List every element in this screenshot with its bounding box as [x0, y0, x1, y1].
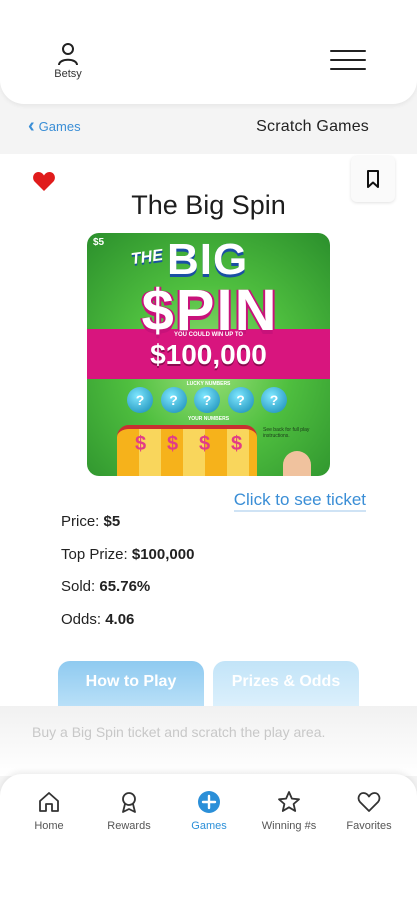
ticket-top-amount: $100,000: [150, 339, 267, 370]
sold-label: Sold:: [61, 578, 96, 595]
page-section-title: Scratch Games: [256, 118, 369, 135]
scratch-game-detail-screen: Betsy ‹ Games Scratch Games The Big Spin…: [0, 0, 417, 900]
ticket-image[interactable]: $5 THE BIG $PIN YOU COULD WIN UP TO $100…: [87, 233, 330, 476]
game-description: Buy a Big Spin ticket and scratch the pl…: [32, 724, 326, 740]
plus-circle-icon: [198, 791, 220, 813]
nav-home-label: Home: [34, 820, 64, 832]
game-title: The Big Spin: [131, 190, 286, 220]
nav-home[interactable]: Home: [14, 790, 84, 832]
sold-value: 65.76%: [99, 578, 151, 595]
chevron-left-icon: ‹: [28, 115, 35, 137]
hamburger-menu-icon[interactable]: [330, 50, 366, 78]
mystery-ball: ?: [127, 387, 153, 413]
star-icon: [278, 791, 300, 812]
game-card: The Big Spin $5 THE BIG $PIN YOU COULD W…: [0, 154, 417, 714]
ticket-logo-the: THE: [129, 246, 164, 269]
nav-winning-numbers-label: Winning #s: [261, 820, 317, 832]
odds-value: 4.06: [105, 610, 135, 628]
price-row: Price: $5: [61, 512, 194, 545]
mystery-ball: ?: [160, 387, 187, 413]
mystery-ball: ?: [227, 387, 254, 413]
nav-favorites-label: Favorites: [346, 820, 392, 832]
ticket-your-numbers-label: YOUR NUMBERS: [187, 416, 230, 422]
top-header: Betsy: [0, 0, 417, 104]
bottom-navigation: Home Rewards Games Winning #s Favorites: [0, 774, 417, 900]
heart-icon: [357, 792, 381, 812]
mystery-ball: ?: [194, 387, 220, 413]
nav-winning-numbers[interactable]: Winning #s: [254, 790, 324, 832]
ticket-win-up-to: YOU COULD WIN UP TO: [173, 332, 244, 338]
top-prize-value: $100,000: [131, 545, 195, 563]
home-icon: [39, 792, 59, 812]
tab-how-to-play[interactable]: How to Play: [58, 661, 204, 707]
dollar-symbol: $: [167, 433, 179, 455]
user-icon: [58, 43, 78, 66]
favorite-heart-icon[interactable]: [32, 170, 56, 192]
see-ticket-link[interactable]: Click to see ticket: [233, 490, 366, 512]
nav-favorites[interactable]: Favorites: [334, 790, 404, 832]
price-label: Price:: [61, 513, 100, 530]
dollar-symbol: $: [199, 433, 211, 455]
top-prize-label: Top Prize:: [61, 545, 128, 563]
nav-games-label: Games: [191, 820, 227, 832]
ticket-hint-text: See back for full play instructions.: [263, 427, 310, 439]
profile-button[interactable]: Betsy: [48, 42, 88, 80]
breadcrumb: ‹ Games Scratch Games: [0, 106, 417, 150]
sold-row: Sold: 65.76%: [61, 577, 194, 610]
back-label: Games: [38, 118, 81, 134]
description-panel: [0, 706, 417, 776]
ticket-price-tag: $5: [93, 237, 105, 248]
ticket-lucky-balls: ? ? ? ? ?: [127, 387, 287, 413]
price-value: $5: [103, 513, 121, 530]
dollar-symbol: $: [135, 433, 147, 455]
tab-prizes-odds[interactable]: Prizes & Odds: [213, 661, 359, 707]
profile-name: Betsy: [54, 68, 82, 80]
mystery-ball: ?: [261, 387, 287, 413]
odds-row: Odds: 4.06: [61, 610, 194, 643]
nav-rewards[interactable]: Rewards: [94, 790, 164, 832]
ticket-hand-graphic: [283, 451, 311, 476]
game-details: Price: $5 Top Prize: $100,000 Sold: 65.7…: [61, 512, 194, 642]
top-prize-row: Top Prize: $100,000: [61, 545, 194, 578]
dollar-symbol: $: [231, 433, 243, 455]
odds-label: Odds:: [61, 610, 102, 628]
nav-rewards-label: Rewards: [107, 820, 151, 832]
bookmark-icon: [367, 170, 379, 188]
nav-games[interactable]: Games: [174, 790, 244, 832]
back-to-games-link[interactable]: ‹ Games: [28, 115, 81, 137]
medal-icon: [122, 792, 136, 813]
